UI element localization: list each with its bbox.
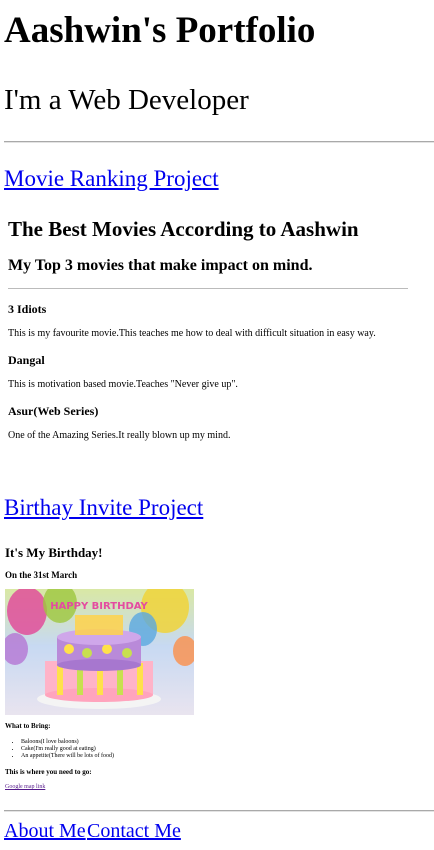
page-title: Aashwin's Portfolio (4, 10, 316, 51)
movie-preview-title: The Best Movies According to Aashwin (8, 217, 359, 241)
divider (4, 141, 434, 143)
cake-candle-text: HAPPY BIRTHDAY (50, 601, 148, 612)
where-to-go-heading: This is where you need to go: (5, 768, 92, 776)
page-subtitle: I'm a Web Developer (4, 84, 249, 116)
list-item: An appetite(There will be lots of food) (21, 753, 114, 760)
movie-description: One of the Amazing Series.It really blow… (8, 430, 231, 441)
movie-description: This is my favourite movie.This teaches … (8, 328, 376, 339)
birthday-title: It's My Birthday! (5, 545, 103, 560)
movie-name: Asur(Web Series) (8, 404, 99, 418)
about-me-link[interactable]: About Me (4, 820, 86, 843)
what-to-bring-heading: What to Bring: (5, 722, 51, 730)
movie-name: Dangal (8, 353, 45, 367)
cake-illustration: HAPPY BIRTHDAY (5, 589, 194, 709)
birthday-date: On the 31st March (5, 570, 78, 580)
list-item: Baloons(I love baloons) (21, 739, 114, 746)
contact-me-link[interactable]: Contact Me (87, 820, 181, 843)
google-map-link[interactable]: Google map link (5, 784, 45, 790)
birthday-invite-project-link[interactable]: Birthay Invite Project (4, 495, 203, 521)
movie-description: This is motivation based movie.Teaches "… (8, 379, 238, 390)
divider (4, 810, 434, 812)
movie-preview-divider (8, 288, 408, 289)
bring-list: Baloons(I love baloons) Cake(I'm really … (10, 739, 114, 760)
movie-name: 3 Idiots (8, 302, 47, 316)
list-item: Cake(I'm really good at eating) (21, 746, 114, 753)
birthday-cake-image: HAPPY BIRTHDAY (5, 589, 194, 715)
movie-preview-subtitle: My Top 3 movies that make impact on mind… (8, 257, 313, 274)
movie-ranking-project-link[interactable]: Movie Ranking Project (4, 166, 219, 192)
